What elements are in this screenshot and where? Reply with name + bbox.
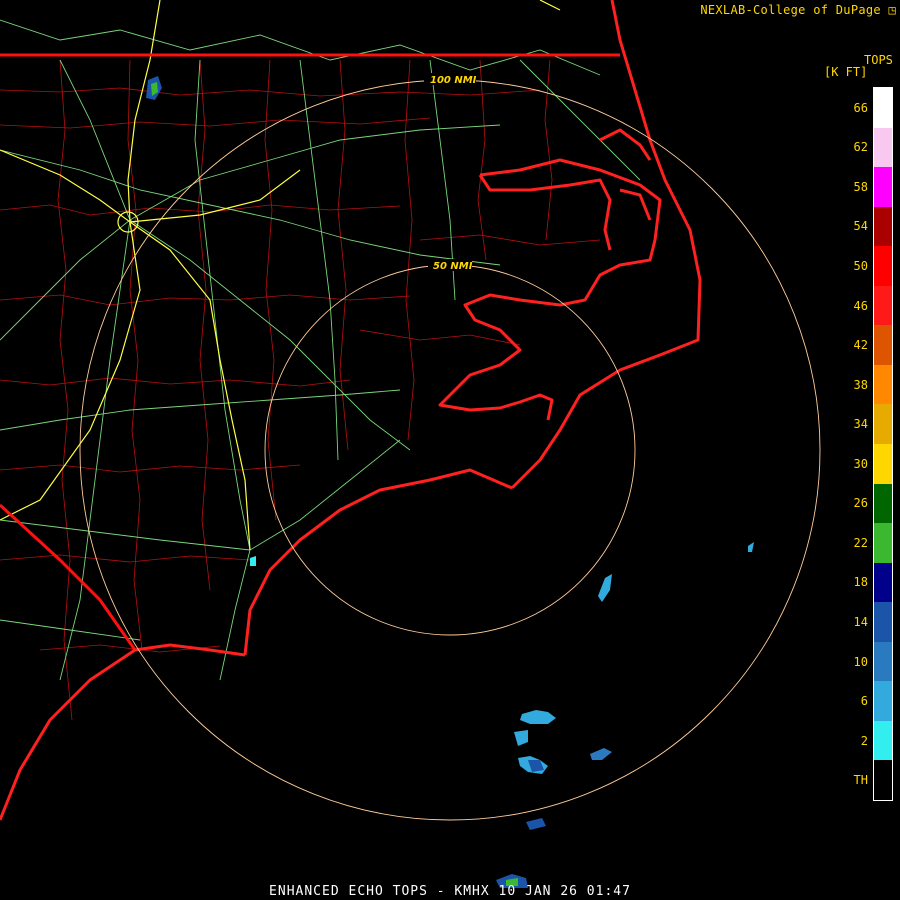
ring-label-50: 50 NMI [433, 261, 473, 272]
echo-cell [598, 574, 612, 602]
ring-label-100: 100 NMI [430, 75, 477, 86]
legend-swatch [874, 562, 892, 603]
legend-swatch [874, 325, 892, 366]
ring-labels: 100 NMI 50 NMI [424, 73, 477, 272]
legend-swatch [874, 641, 892, 682]
radar-map: 100 NMI 50 NMI [0, 0, 821, 888]
legend-swatch [874, 127, 892, 168]
legend-swatch [874, 720, 892, 761]
legend-label: 30 [853, 456, 868, 471]
legend-label: 14 [853, 615, 868, 629]
legend-label: 66 [853, 100, 868, 115]
legend-units: [K FT] [824, 65, 868, 79]
legend-label: 6 [860, 694, 868, 709]
legend-label: 54 [853, 219, 868, 234]
range-rings [79, 79, 821, 821]
credit-text: NEXLAB-College of DuPage [700, 3, 881, 17]
legend-title: TOPS [864, 53, 893, 67]
echo-cell [514, 730, 528, 746]
legend-swatch [874, 88, 892, 129]
echo-cell [590, 748, 612, 760]
legend-label: 38 [853, 377, 868, 392]
coastline [0, 0, 702, 821]
legend-label: 62 [853, 140, 868, 155]
legend-swatch [874, 523, 892, 564]
legend-swatch [874, 285, 892, 326]
county-lines [0, 59, 601, 721]
legend-swatch [874, 364, 892, 405]
ring-50-nmi [264, 264, 636, 636]
legend-swatch [874, 483, 892, 524]
legend-label: 22 [853, 535, 868, 550]
echo-cell [748, 542, 754, 552]
color-scale-bar [873, 87, 893, 801]
legend-swatch [874, 246, 892, 287]
legend-label: 2 [860, 733, 868, 748]
legend-label: 10 [853, 654, 868, 669]
echo-cell [520, 710, 556, 724]
ring-100-nmi [79, 79, 821, 821]
legend-label: 18 [853, 575, 868, 590]
legend-label: 58 [853, 179, 868, 194]
legend-label: 34 [853, 417, 868, 432]
legend-swatch [874, 602, 892, 643]
credit-header: NEXLAB-College of DuPage ◳ [700, 3, 896, 17]
legend-label: 50 [853, 259, 868, 273]
nexlab-logo-icon: ◳ [888, 3, 896, 17]
legend-swatch [874, 404, 892, 445]
legend-swatch [874, 760, 892, 801]
legend-swatch [874, 681, 892, 722]
legend-label: TH [853, 773, 868, 788]
legend-label: 42 [853, 338, 868, 353]
echo-cell [526, 818, 546, 830]
legend-swatch [874, 167, 892, 208]
legend-swatch [874, 206, 892, 247]
legend-swatch [874, 444, 892, 485]
legend-label: 46 [853, 298, 868, 313]
product-caption: ENHANCED ECHO TOPS - KMHX 10 JAN 26 01:4… [269, 884, 631, 899]
echo-cell [250, 556, 256, 566]
legend-label: 26 [853, 496, 868, 511]
